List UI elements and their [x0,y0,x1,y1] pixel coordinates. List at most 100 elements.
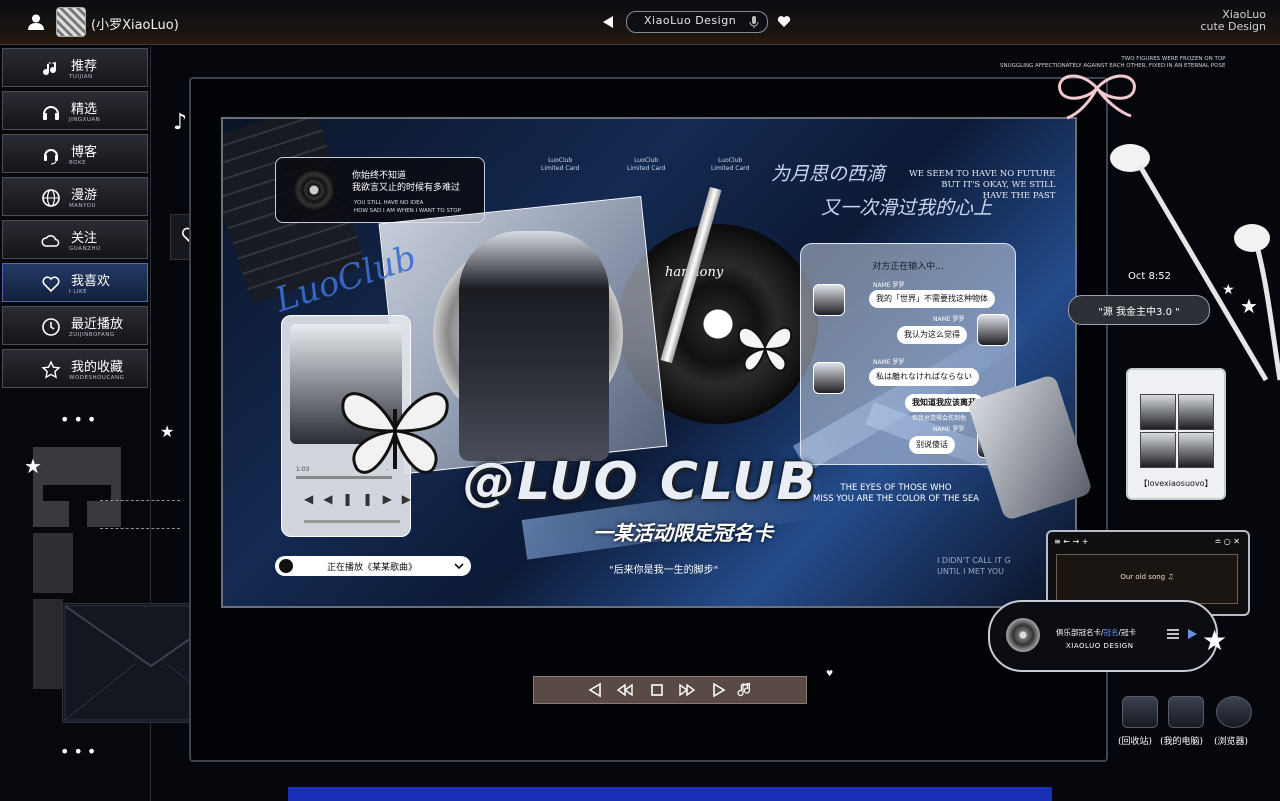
limited-card-label: LuoClub Limited Card [541,157,579,173]
badge-photo [1178,394,1214,430]
avatar[interactable] [56,7,86,37]
sidebar-item-sub: GUANZHU [69,246,101,252]
mic-icon[interactable] [749,15,759,29]
sidebar-item-sub: I LIKE [69,289,88,295]
music-title-a: 俱乐部冠名卡/ [1056,628,1104,637]
badge-photo [1140,394,1176,430]
limited-card-label: LuoClub Limited Card [627,157,665,173]
stop-icon[interactable] [648,681,666,699]
sidebar-item-label: 我喜欢 [71,274,111,289]
star-decoration: ★ [1240,294,1258,318]
main-quote: "后来你是我一生的脚步" [609,565,719,576]
more-dots[interactable]: ••• [60,410,100,429]
sidebar-item-boke[interactable]: 博客 BOKE [2,134,148,173]
limited-card-name: LuoClub [634,157,659,164]
future-line-3: HAVE THE PAST [982,191,1056,201]
disc-icon [1006,618,1040,652]
sidebar-item-manyou[interactable]: 漫游 MANYOU [2,177,148,216]
brand-line-2: cute Design [1200,20,1266,33]
volume-slider[interactable] [304,520,400,523]
dashed-line [100,500,180,501]
music-title-b: 冠名 [1103,628,1119,637]
recycle-bin-icon[interactable] [1122,696,1158,728]
sidebar-item-guanzhu[interactable]: 关注 GUANZHU [2,220,148,259]
sidebar-item-tuijian[interactable]: 推荐 TUIJIAN [2,48,148,87]
rewind-icon[interactable] [616,681,634,699]
clock-icon [42,318,60,336]
eyes-quote: THE EYES OF THOSE WHO MISS YOU ARE THE C… [813,483,979,505]
poster-card: 你始终不知道 我欲言又止的时候有多难过 YOU STILL HAVE NO ID… [221,117,1077,608]
sidebar-item-i-like[interactable]: 我喜欢 I LIKE [2,263,148,302]
chat-avatar [813,362,845,394]
clock-text: Oct 8:52 [1128,271,1171,282]
mini-window-nav[interactable]: ≡ ← → + [1054,537,1088,546]
player-controls: ◀◀❚❚▶▶ [304,492,421,506]
chevron-down-icon[interactable] [453,560,465,572]
player-time-elapsed: 1:03 [296,466,310,473]
badge-text: 【lovexiaosuovo】 [1139,479,1213,488]
playback-control-bar [533,676,807,704]
pause-icon[interactable]: ❚❚ [342,492,382,506]
cloud-icon [41,235,60,247]
vinyl-record-icon [294,170,334,210]
computer-icon[interactable] [1168,696,1204,728]
star-decoration: ★ [1222,282,1235,298]
music-note-decoration: ♪ [173,110,188,135]
dashed-line [100,528,180,529]
sidebar-item-sub: WODESHOUCANG [69,375,125,381]
user-icon[interactable] [27,13,45,31]
chat-name: NAME 罗罗 [933,426,965,433]
limited-card-sub: Limited Card [541,165,580,172]
sidebar-item-label: 我的收藏 [71,360,124,375]
mini-window-controls[interactable]: ≐ ○ ✕ [1215,537,1240,546]
title-search-pill[interactable]: XiaoLuo Design [626,11,768,33]
desktop-icon-label: (我的电脑) [1160,737,1204,747]
star-icon [41,360,61,379]
sidebar-item-favorites[interactable]: 我的收藏 WODESHOUCANG [2,349,148,388]
sidebar-item-sub: MANYOU [69,203,97,209]
play-icon[interactable] [1186,628,1198,640]
browser-icon[interactable] [1216,696,1252,728]
sidebar-item-label: 博客 [71,145,98,160]
sidebar-item-jingxuan[interactable]: 精选 JINGXUAN [2,91,148,130]
chat-bubble: 别说傻话 [909,436,955,454]
heart-icon[interactable] [777,15,791,28]
forward-icon[interactable]: ▶▶ [383,492,421,506]
chat-name: NAME 罗罗 [933,316,965,323]
limited-card-name: LuoClub [718,157,743,164]
next-icon[interactable] [710,681,728,699]
headset-icon [44,149,58,165]
sidebar-item-sub: ZUIJINBOFANG [69,332,115,338]
sidebar-item-label: 推荐 [71,59,98,74]
top-bar: (小罗XiaoLuo) XiaoLuo Design XiaoLuo cute … [0,0,1280,45]
chat-bubble: 我的「世界」不需要找这种物体 [869,290,995,308]
chat-name: NAME 罗罗 [873,359,905,366]
photo-badge[interactable]: 【lovexiaosuovo】 [1126,368,1226,500]
music-note-icon[interactable] [736,681,754,699]
playlist-icon[interactable] [1166,628,1180,640]
character-illustration [459,231,609,461]
notice-pill[interactable]: "源 我金主中3.0 " [1068,295,1210,325]
faded-line-1: I DIDN'T CALL IT G [937,556,1011,565]
sidebar-item-sub: TUIJIAN [69,74,93,80]
music-mini-player: 俱乐部冠名卡/冠名/冠卡 XIAOLUO DESIGN [988,600,1218,672]
eyes-line-1: THE EYES OF THOSE WHO [840,483,952,493]
ribbon-bow-icon [1058,74,1136,120]
chat-name: NAME 罗罗 [873,282,905,289]
limited-card-sub: Limited Card [627,165,666,172]
search-icon[interactable] [279,559,293,573]
back-triangle-icon[interactable] [602,15,614,29]
chat-bubble: 私は離れなければならない [869,368,979,386]
previous-icon[interactable] [586,681,604,699]
chat-avatar [813,284,845,316]
rewind-icon[interactable]: ◀◀ [304,492,342,506]
faded-line-2: UNTIL I MET YOU [937,567,1004,576]
fast-forward-icon[interactable] [678,681,696,699]
future-line-1: WE SEEM TO HAVE NO FUTURE [909,169,1056,179]
mini-song-text: Our old song ♫ [1120,573,1174,581]
chat-title: 对方正在输入中... [872,262,944,272]
now-playing-bar[interactable]: 正在播放《某某歌曲》 [275,556,471,576]
sidebar-item-sub: JINGXUAN [69,117,101,123]
sidebar-item-recent[interactable]: 最近播放 ZUIJINBOFANG [2,306,148,345]
tiny-line-1: TWO FIGURES WERE FROZEN ON TOP [1121,56,1226,62]
